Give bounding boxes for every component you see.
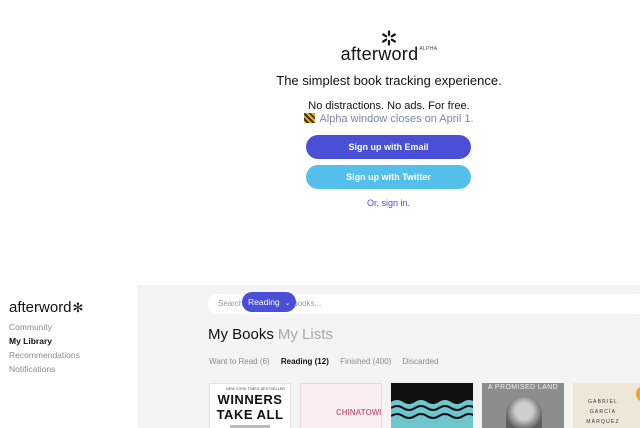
alpha-superscript: ALPHA	[419, 46, 438, 52]
signin-link[interactable]: Or, sign in.	[306, 198, 471, 208]
cover-author: GABRIEL GARCÍA MÁRQUEZ	[573, 397, 633, 427]
alpha-notice: Alpha window closes on April 1.	[0, 113, 640, 125]
book-cover[interactable]: GABRIEL GARCÍA MÁRQUEZ	[573, 383, 640, 428]
cover-title: WINNERS TAKE ALL	[210, 392, 290, 422]
shelf-tabs: Want to Read (6) Reading (12) Finished (…	[209, 357, 448, 366]
alpha-notice-text: Alpha window closes on April 1.	[319, 113, 474, 125]
tab-finished[interactable]: Finished (400)	[340, 357, 391, 366]
cover-author-line: MÁRQUEZ	[586, 419, 620, 425]
sidebar-logo-text: afterword	[9, 299, 72, 316]
cover-title-line: TAKE ALL	[216, 407, 284, 422]
library-main: Search all users and books... My BooksMy…	[137, 285, 640, 428]
landing-hero: afterwordALPHA The simplest book trackin…	[0, 0, 640, 285]
reading-status-label: Reading	[248, 297, 280, 307]
tab-my-lists[interactable]: My Lists	[278, 326, 333, 343]
library-headings: My Books My Lists	[208, 326, 333, 343]
cover-author-line: GABRIEL	[587, 399, 619, 405]
cover-title: CHINATOWN	[336, 408, 382, 417]
book-cover[interactable]: A PROMISED LAND	[482, 383, 564, 428]
cover-title: A PROMISED LAND	[487, 384, 559, 391]
sidebar-item-recommendations[interactable]: Recommendations	[9, 348, 80, 362]
tab-reading[interactable]: Reading (12)	[281, 357, 329, 366]
sidebar-item-community[interactable]: Community	[9, 320, 80, 334]
construction-barrier-icon	[304, 113, 316, 123]
signup-email-button[interactable]: Sign up with Email	[306, 135, 471, 159]
subline: No distractions. No ads. For free.	[308, 100, 470, 112]
sidebar-logo[interactable]: afterword✻	[9, 299, 83, 316]
tagline: The simplest book tracking experience.	[276, 73, 502, 88]
logo-wordmark: afterword	[340, 44, 419, 64]
hero-logo: afterwordALPHA	[0, 44, 640, 65]
wave-artwork	[391, 398, 473, 428]
asterisk-icon: ✻	[72, 300, 84, 315]
author-portrait	[506, 396, 542, 428]
book-cover[interactable]: CHINATOWN	[300, 383, 382, 428]
sidebar-item-my-library[interactable]: My Library	[9, 334, 80, 348]
book-cover[interactable]	[391, 383, 473, 428]
tab-my-books[interactable]: My Books	[208, 326, 274, 343]
cover-author-line: GARCÍA	[589, 409, 617, 415]
cover-title-line: WINNERS	[217, 392, 283, 407]
tab-discarded[interactable]: Discarded	[402, 357, 438, 366]
sidebar: afterword✻ Community My Library Recommen…	[0, 285, 137, 428]
cover-tagline: NEW YORK TIMES BESTSELLER	[226, 387, 286, 391]
chevron-down-icon: ⌄	[284, 300, 291, 307]
sidebar-nav: Community My Library Recommendations Not…	[9, 320, 80, 376]
book-cover[interactable]: NEW YORK TIMES BESTSELLER WINNERS TAKE A…	[209, 383, 291, 428]
reading-status-dropdown[interactable]: Reading ⌄	[242, 292, 296, 312]
cover-decoration	[636, 386, 640, 402]
signup-twitter-button[interactable]: Sign up with Twitter	[306, 165, 471, 189]
tab-want-to-read[interactable]: Want to Read (6)	[209, 357, 270, 366]
sidebar-item-notifications[interactable]: Notifications	[9, 362, 80, 376]
